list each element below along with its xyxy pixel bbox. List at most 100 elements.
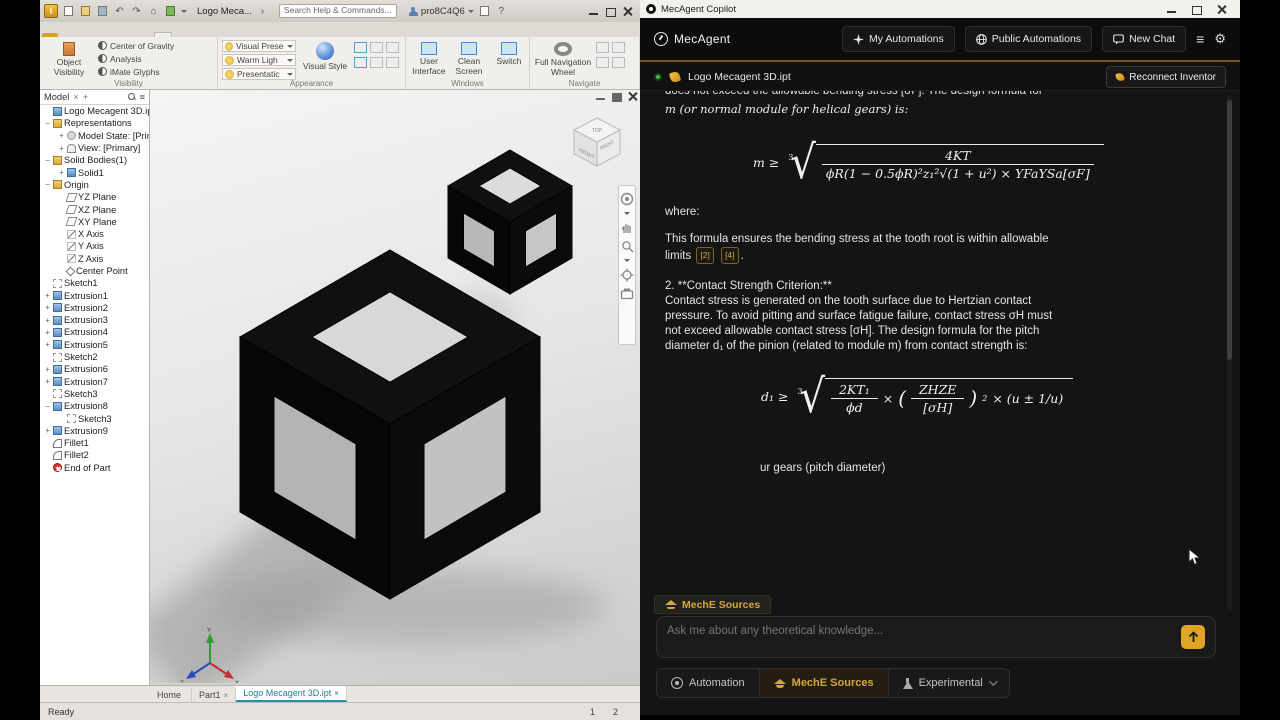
tree-item[interactable]: Center Point xyxy=(40,265,149,277)
visibility-option[interactable]: Center of Gravity xyxy=(98,40,174,51)
chat-scrollbar[interactable] xyxy=(1227,95,1232,610)
tree-item[interactable]: − Solid Bodies(1) xyxy=(40,154,149,166)
tree-item[interactable]: + Extrusion2 xyxy=(40,302,149,314)
tree-item[interactable]: Fillet1 xyxy=(40,437,149,449)
tree-item[interactable]: Sketch1 xyxy=(40,277,149,289)
reconnect-inventor-button[interactable]: Reconnect Inventor xyxy=(1106,66,1226,88)
tree-expand-toggle[interactable]: + xyxy=(44,377,51,386)
inventor-app-icon[interactable]: I xyxy=(44,4,58,18)
tree-item[interactable]: XZ Plane xyxy=(40,203,149,215)
tree-item[interactable]: Sketch2 xyxy=(40,351,149,363)
visibility-option[interactable]: Analysis xyxy=(98,53,174,64)
tree-expand-toggle[interactable]: + xyxy=(44,426,51,435)
document-tab[interactable]: Part1 × xyxy=(192,688,237,702)
navigation-bar[interactable] xyxy=(618,185,636,345)
tree-item[interactable]: + Extrusion1 xyxy=(40,289,149,301)
browser-add-icon[interactable]: + xyxy=(83,92,88,102)
tree-item[interactable]: XY Plane xyxy=(40,216,149,228)
scrollbar-thumb[interactable] xyxy=(1227,100,1232,360)
help-icon[interactable]: ? xyxy=(495,5,508,18)
search-icon[interactable] xyxy=(127,93,136,101)
tree-expand-toggle[interactable]: + xyxy=(44,316,51,325)
tree-expand-toggle[interactable]: + xyxy=(44,328,51,337)
appearance-toggles[interactable] xyxy=(354,40,400,77)
close-button[interactable] xyxy=(1217,5,1226,14)
visual-style-button[interactable]: Visual Style xyxy=(300,40,350,77)
steering-wheel-icon[interactable] xyxy=(620,192,634,206)
pan-hand-icon[interactable] xyxy=(621,221,634,234)
redo-button[interactable]: ↷ xyxy=(130,5,143,18)
tree-item[interactable]: − Extrusion8 xyxy=(40,400,149,412)
chevron-down-icon[interactable] xyxy=(624,259,630,262)
browser-close-icon[interactable]: × xyxy=(73,92,78,102)
navigation-wheel-button[interactable]: Full Navigation Wheel xyxy=(534,40,592,77)
tree-expand-toggle[interactable]: + xyxy=(58,168,65,177)
public-automations-button[interactable]: Public Automations xyxy=(964,26,1093,52)
navigate-tools[interactable] xyxy=(596,40,626,77)
chevron-down-icon[interactable] xyxy=(624,212,630,215)
window-button[interactable]: Clean Screen xyxy=(450,40,488,77)
tree-item[interactable]: + Solid1 xyxy=(40,166,149,178)
tree-item[interactable]: Z Axis xyxy=(40,253,149,265)
model-3d-view[interactable]: Y Z X xyxy=(150,90,640,683)
chat-message-area[interactable]: does not exceed the allowable bending st… xyxy=(640,91,1240,612)
close-button[interactable] xyxy=(623,7,632,16)
document-tab[interactable]: Home xyxy=(150,688,193,702)
tree-item[interactable]: + Extrusion6 xyxy=(40,363,149,375)
window-button[interactable]: Switch xyxy=(490,40,528,77)
appearance-dropdown[interactable]: Visual Presets xyxy=(222,40,296,52)
document-tab[interactable]: Logo Mecagent 3D.ipt × xyxy=(236,686,347,702)
new-chat-button[interactable]: New Chat xyxy=(1102,26,1187,52)
doc-minimize-button[interactable] xyxy=(596,92,605,101)
tree-item[interactable]: + Extrusion4 xyxy=(40,326,149,338)
tree-expand-toggle[interactable]: + xyxy=(58,131,65,140)
maximize-button[interactable] xyxy=(1192,5,1202,15)
send-button[interactable] xyxy=(1181,625,1205,649)
save-button[interactable] xyxy=(96,5,109,18)
tree-item[interactable]: + View: [Primary] xyxy=(40,142,149,154)
minimize-button[interactable] xyxy=(1167,5,1176,14)
tree-expand-toggle[interactable]: − xyxy=(44,402,51,411)
visibility-option[interactable]: iMate Glyphs xyxy=(98,66,174,77)
doc-close-button[interactable] xyxy=(628,92,637,101)
tree-item[interactable]: − Origin xyxy=(40,179,149,191)
automation-toggle[interactable]: Automation xyxy=(657,669,760,697)
tree-expand-toggle[interactable]: − xyxy=(44,180,51,189)
chat-input-box[interactable] xyxy=(656,616,1216,658)
tree-item[interactable]: + Extrusion5 xyxy=(40,339,149,351)
citation-badge[interactable]: [4] xyxy=(721,247,739,264)
look-at-icon[interactable] xyxy=(620,288,634,300)
view-cube[interactable]: TOP FRONT RIGHT xyxy=(568,112,626,172)
tab-close-icon[interactable]: × xyxy=(334,689,339,698)
tree-item[interactable]: End of Part xyxy=(40,462,149,474)
experimental-toggle[interactable]: Experimental xyxy=(889,669,1009,697)
zoom-icon[interactable] xyxy=(621,240,634,253)
minimize-button[interactable] xyxy=(589,7,598,16)
chevron-down-icon[interactable] xyxy=(181,9,187,13)
tree-item[interactable]: Sketch3 xyxy=(40,412,149,424)
settings-gear-icon[interactable]: ⚙ xyxy=(1214,31,1226,47)
tree-expand-toggle[interactable]: + xyxy=(44,303,51,312)
material-button[interactable] xyxy=(164,5,177,18)
tree-item[interactable]: + Extrusion9 xyxy=(40,425,149,437)
tree-item[interactable]: + Extrusion3 xyxy=(40,314,149,326)
tree-expand-toggle[interactable]: − xyxy=(44,156,51,165)
tree-expand-toggle[interactable]: + xyxy=(58,144,65,153)
meche-sources-toggle[interactable]: MechE Sources xyxy=(759,669,889,697)
orbit-icon[interactable] xyxy=(620,268,634,282)
home-button[interactable]: ⌂ xyxy=(147,5,160,18)
tree-item[interactable]: − Representations xyxy=(40,117,149,129)
window-button[interactable]: User Interface xyxy=(410,40,448,77)
my-automations-button[interactable]: My Automations xyxy=(842,26,955,52)
tree-item[interactable]: + Extrusion7 xyxy=(40,376,149,388)
object-visibility-button[interactable]: Object Visibility xyxy=(44,40,94,77)
undo-button[interactable]: ↶ xyxy=(113,5,126,18)
appearance-dropdown[interactable]: Warm Ligh xyxy=(222,54,296,66)
help-search-input[interactable]: Search Help & Commands... xyxy=(278,4,397,18)
tree-item[interactable]: Y Axis xyxy=(40,240,149,252)
store-cart-icon[interactable] xyxy=(478,5,491,18)
browser-tab-model[interactable]: Model xyxy=(44,92,69,102)
tree-expand-toggle[interactable]: + xyxy=(44,340,51,349)
new-file-button[interactable] xyxy=(62,5,75,18)
viewport[interactable]: Y Z X TOP FRONT RIGHT xyxy=(150,90,640,685)
